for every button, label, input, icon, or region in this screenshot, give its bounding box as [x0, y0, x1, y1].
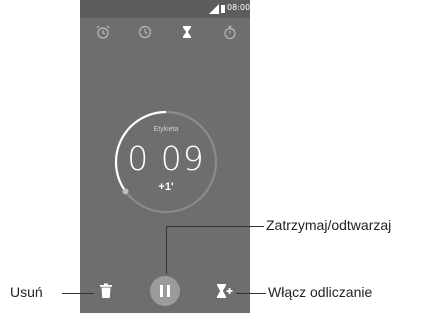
add-minute-button[interactable]: +1'	[110, 181, 222, 193]
timer-time: 0 09	[127, 139, 205, 178]
callout-line-pause	[166, 226, 167, 274]
tab-alarm[interactable]	[94, 23, 112, 41]
phone-screen: 08:00 Etykieta 0 09 +1'	[80, 0, 250, 313]
callout-enable-countdown: Włącz odliczanie	[268, 284, 373, 300]
trash-icon	[100, 283, 112, 298]
status-time: 08:00	[227, 3, 250, 12]
stopwatch-icon	[224, 25, 236, 40]
bottom-action-bar	[80, 270, 250, 313]
clock-icon	[138, 25, 152, 39]
signal-icon	[209, 4, 219, 14]
callout-line-pause-h	[166, 226, 264, 227]
tab-timer[interactable]	[178, 23, 196, 41]
add-timer-icon	[217, 284, 233, 298]
callout-delete: Usuń	[10, 284, 43, 300]
pause-button[interactable]	[150, 276, 180, 306]
callout-pause-resume: Zatrzymaj/odtwarzaj	[266, 217, 392, 233]
battery-icon	[221, 5, 225, 13]
callout-line-countdown	[236, 293, 266, 294]
status-bar: 08:00	[80, 0, 250, 18]
timer-label[interactable]: Etykieta	[110, 126, 222, 133]
tab-bar	[80, 20, 250, 44]
tab-clock[interactable]	[136, 23, 154, 41]
hourglass-icon	[183, 26, 191, 38]
callout-line-delete	[62, 293, 94, 294]
delete-button[interactable]	[99, 283, 113, 299]
add-timer-button[interactable]	[216, 283, 234, 299]
pause-icon	[160, 285, 163, 297]
tab-stopwatch[interactable]	[221, 23, 239, 41]
alarm-clock-icon	[96, 25, 110, 39]
